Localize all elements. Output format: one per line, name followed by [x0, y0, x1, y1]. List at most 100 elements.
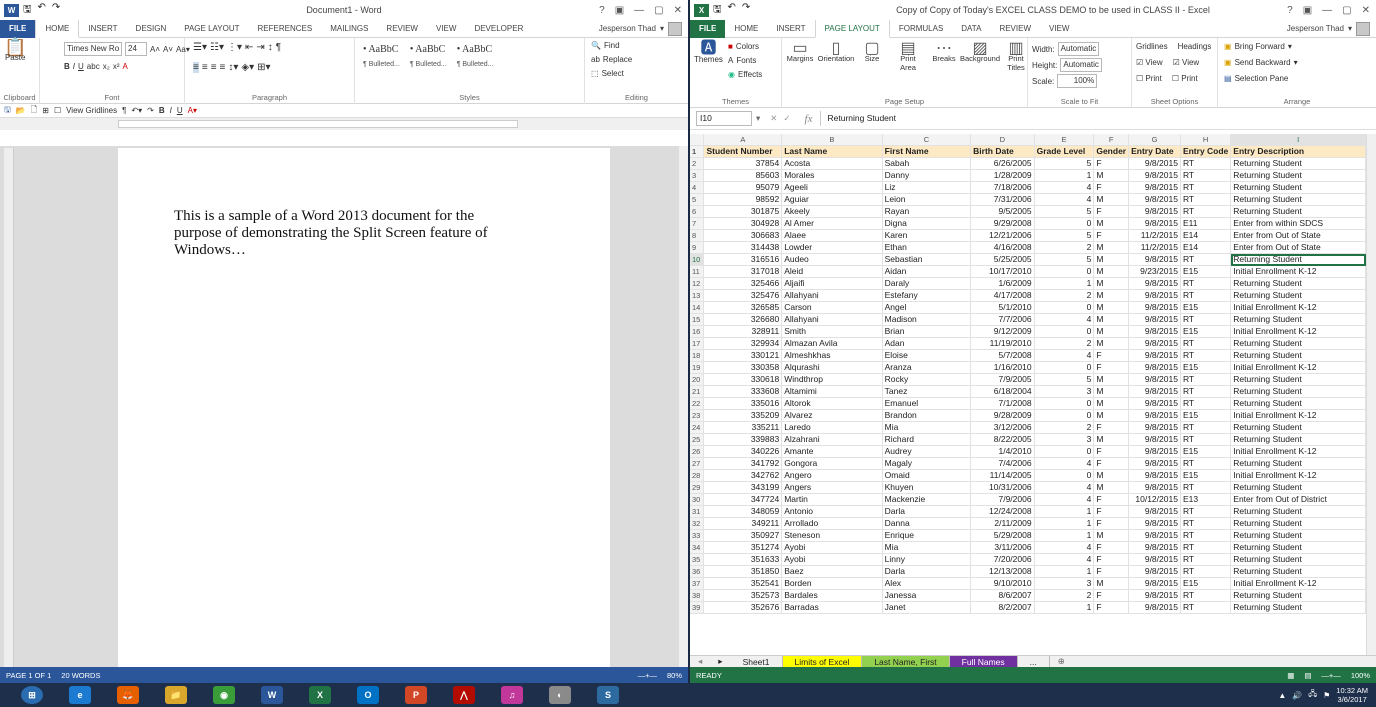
cell[interactable]: Tanez: [882, 385, 972, 398]
cell[interactable]: Morales: [781, 169, 883, 182]
cell[interactable]: M: [1093, 481, 1130, 494]
cell[interactable]: Alex: [882, 577, 972, 590]
cell[interactable]: 0: [1034, 361, 1095, 374]
cell[interactable]: 6/26/2005: [970, 157, 1035, 170]
cell[interactable]: 9/29/2008: [970, 217, 1035, 230]
cell[interactable]: 9/8/2015: [1128, 589, 1181, 602]
tab-view[interactable]: VIEW: [1040, 20, 1078, 38]
send-backward-button[interactable]: ▣ Send Backward ▾: [1224, 58, 1298, 67]
save-icon[interactable]: 🖫: [23, 2, 32, 19]
row-header[interactable]: 14: [690, 301, 705, 314]
table-icon[interactable]: ⊞: [42, 106, 49, 115]
cell[interactable]: 7/7/2006: [970, 313, 1035, 326]
word-app-icon[interactable]: W: [4, 3, 19, 17]
cell[interactable]: 9/8/2015: [1128, 361, 1181, 374]
cell[interactable]: F: [1093, 181, 1130, 194]
taskbar-chrome-button[interactable]: ◉: [200, 684, 248, 706]
row-header[interactable]: 12: [690, 277, 705, 290]
height-select[interactable]: Automatic: [1060, 58, 1102, 72]
cell[interactable]: Entry Date: [1128, 145, 1181, 158]
style-gallery-item[interactable]: • AaBbC ¶ Bulleted...: [410, 44, 447, 68]
italic-icon[interactable]: I: [73, 62, 75, 71]
cell[interactable]: F: [1093, 553, 1130, 566]
cell[interactable]: 9/8/2015: [1128, 421, 1181, 434]
cell[interactable]: 8/2/2007: [970, 601, 1035, 614]
cell[interactable]: RT: [1180, 277, 1232, 290]
cell[interactable]: 339883: [703, 433, 783, 446]
row-header[interactable]: 31: [690, 505, 705, 518]
bullets-icon[interactable]: ☰▾: [193, 42, 207, 53]
cell[interactable]: Aleid: [781, 265, 883, 278]
cell[interactable]: 4/17/2008: [970, 289, 1035, 302]
row-header[interactable]: 19: [690, 361, 705, 374]
cell[interactable]: 11/2/2015: [1128, 229, 1181, 242]
cell[interactable]: E15: [1180, 409, 1232, 422]
cell[interactable]: Mia: [882, 541, 972, 554]
cell[interactable]: RT: [1180, 253, 1232, 266]
open-icon[interactable]: 📂: [16, 106, 26, 115]
cell[interactable]: Returning Student: [1230, 337, 1366, 350]
zoom-slider[interactable]: —+—: [1321, 671, 1340, 680]
cell[interactable]: E15: [1180, 301, 1232, 314]
cell[interactable]: Aidan: [882, 265, 972, 278]
cell[interactable]: M: [1093, 313, 1130, 326]
gridlines-checkbox[interactable]: ☐: [54, 106, 61, 115]
cell[interactable]: F: [1093, 361, 1130, 374]
cell[interactable]: 5/1/2010: [970, 301, 1035, 314]
cell[interactable]: 4: [1034, 541, 1095, 554]
cell[interactable]: Aranza: [882, 361, 972, 374]
fonts-button[interactable]: A Fonts: [728, 56, 756, 65]
subscript-icon[interactable]: x₂: [103, 62, 110, 71]
cell[interactable]: Arrollado: [781, 517, 883, 530]
cell[interactable]: Lowder: [781, 241, 883, 254]
cell[interactable]: Returning Student: [1230, 457, 1366, 470]
cell[interactable]: 5/25/2005: [970, 253, 1035, 266]
cell[interactable]: 5/29/2008: [970, 529, 1035, 542]
save-icon[interactable]: 🖫: [713, 2, 722, 19]
maximize-icon[interactable]: ▢: [654, 5, 663, 16]
cell[interactable]: Returning Student: [1230, 349, 1366, 362]
font-name-select[interactable]: Times New Ro: [64, 42, 122, 56]
line-spacing-icon[interactable]: ↕▾: [228, 62, 238, 73]
cell[interactable]: 2: [1034, 289, 1095, 302]
cell[interactable]: Audrey: [882, 445, 972, 458]
cell[interactable]: M: [1093, 433, 1130, 446]
cell[interactable]: 316516: [703, 253, 783, 266]
headings-view-checkbox[interactable]: ☑ View: [1173, 58, 1200, 67]
cell[interactable]: 9/8/2015: [1128, 445, 1181, 458]
cell[interactable]: M: [1093, 217, 1130, 230]
help-icon[interactable]: ?: [599, 5, 605, 16]
effects-button[interactable]: ◉ Effects: [728, 70, 762, 79]
row-header[interactable]: 8: [690, 229, 705, 242]
cell[interactable]: E15: [1180, 445, 1232, 458]
cell[interactable]: E15: [1180, 361, 1232, 374]
increase-indent-icon[interactable]: ⇥: [256, 42, 264, 53]
italic-icon[interactable]: I: [170, 106, 172, 115]
themes-button[interactable]: 🅰 Themes: [694, 41, 723, 65]
row-header[interactable]: 35: [690, 553, 705, 566]
save-icon[interactable]: 🖫: [4, 104, 11, 118]
volume-icon[interactable]: 🔊: [1292, 691, 1302, 700]
cell[interactable]: E14: [1180, 229, 1232, 242]
help-icon[interactable]: ?: [1287, 5, 1293, 16]
background-button[interactable]: ▨ Background: [960, 41, 1000, 64]
cell[interactable]: 9/8/2015: [1128, 397, 1181, 410]
cell[interactable]: Returning Student: [1230, 385, 1366, 398]
cell[interactable]: 306683: [703, 229, 783, 242]
superscript-icon[interactable]: x²: [113, 62, 120, 71]
cell[interactable]: 5: [1034, 373, 1095, 386]
tab-file[interactable]: FILE: [690, 19, 726, 38]
cell[interactable]: 2: [1034, 337, 1095, 350]
vertical-scrollbar[interactable]: [1366, 134, 1376, 655]
cell[interactable]: Danna: [882, 517, 972, 530]
cell[interactable]: Returning Student: [1230, 397, 1366, 410]
cell[interactable]: 1: [1034, 529, 1095, 542]
page-count[interactable]: PAGE 1 OF 1: [6, 671, 51, 680]
bring-forward-button[interactable]: ▣ Bring Forward ▾: [1224, 42, 1292, 51]
document-body-text[interactable]: This is a sample of a Word 2013 document…: [174, 208, 524, 259]
select-button[interactable]: ⬚ Select: [591, 69, 624, 78]
cell[interactable]: Akeely: [781, 205, 883, 218]
bold-icon[interactable]: B: [159, 106, 165, 115]
column-header-i[interactable]: I: [1230, 134, 1366, 146]
cell[interactable]: Initial Enrollment K-12: [1230, 265, 1366, 278]
